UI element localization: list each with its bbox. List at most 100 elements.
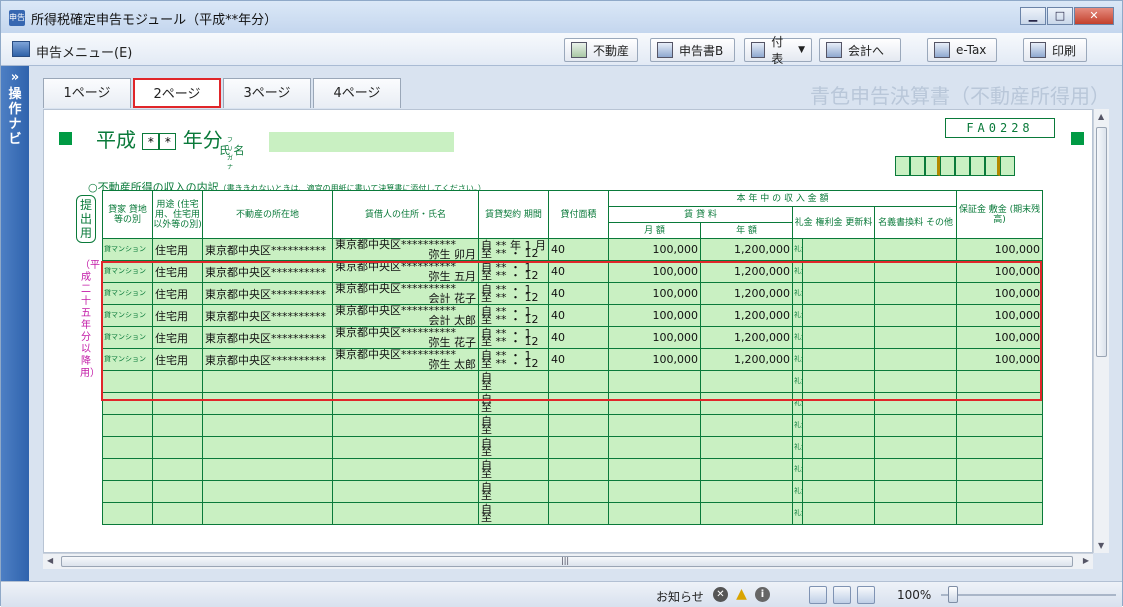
scroll-left-icon[interactable]: ◀ — [47, 556, 53, 565]
empty-cell[interactable] — [102, 436, 153, 459]
empty-cell[interactable] — [802, 414, 875, 437]
kashiya-cell[interactable]: 貸マンション — [102, 282, 153, 305]
meigi-cell[interactable] — [873, 348, 958, 371]
tenant-cell[interactable]: 東京都中央区********** 弥生 五月 — [332, 260, 479, 283]
annual-cell[interactable]: 1,200,000 — [700, 304, 793, 327]
print-button[interactable]: 印刷 — [1023, 38, 1087, 62]
yoto-cell[interactable]: 住宅用 — [152, 326, 203, 349]
shozaichi-cell[interactable]: 東京都中央区********** — [202, 304, 333, 327]
meigi-cell[interactable] — [873, 238, 958, 261]
deposit-cell[interactable]: 100,000 — [956, 282, 1044, 305]
vertical-scrollbar[interactable]: ▲ ▼ — [1093, 109, 1109, 553]
empty-cell[interactable] — [873, 414, 958, 437]
empty-cell[interactable] — [608, 480, 701, 503]
operation-navi-toggle[interactable]: » 操作ナビ — [1, 66, 29, 581]
empty-cell[interactable] — [873, 502, 958, 525]
empty-cell[interactable] — [102, 502, 153, 525]
tenant-cell[interactable]: 東京都中央区********** 会計 太郎 — [332, 304, 479, 327]
fuhyo-button[interactable]: 付表 ▼ — [744, 35, 812, 66]
empty-cell[interactable] — [956, 414, 1044, 437]
fudousan-button[interactable]: 不動産 — [564, 38, 638, 62]
monthly-cell[interactable]: 100,000 — [608, 326, 701, 349]
empty-cell[interactable] — [202, 370, 333, 393]
minimize-button[interactable]: ▁ — [1020, 7, 1046, 25]
empty-cell[interactable] — [548, 502, 609, 525]
empty-cell[interactable] — [802, 480, 875, 503]
empty-cell[interactable] — [956, 480, 1044, 503]
empty-cell[interactable] — [152, 502, 203, 525]
yoto-cell[interactable]: 住宅用 — [152, 238, 203, 261]
area-cell[interactable]: 40 — [548, 326, 609, 349]
empty-cell[interactable] — [548, 436, 609, 459]
empty-cell[interactable] — [802, 436, 875, 459]
empty-cell[interactable] — [202, 392, 333, 415]
year-digit-1[interactable]: * — [142, 133, 160, 150]
horizontal-scrollbar[interactable]: ◀ ||| ▶ — [43, 553, 1093, 569]
zoom-slider-knob[interactable] — [948, 586, 958, 603]
empty-cell[interactable] — [700, 458, 793, 481]
area-cell[interactable]: 40 — [548, 260, 609, 283]
code-cell[interactable] — [895, 156, 910, 176]
scroll-down-icon[interactable]: ▼ — [1098, 541, 1104, 550]
empty-cell[interactable] — [700, 436, 793, 459]
monthly-cell[interactable]: 100,000 — [608, 348, 701, 371]
code-cell[interactable] — [910, 156, 925, 176]
empty-cell[interactable] — [332, 414, 479, 437]
empty-cell[interactable] — [102, 392, 153, 415]
yoto-cell[interactable]: 住宅用 — [152, 348, 203, 371]
kashiya-cell[interactable]: 貸マンション — [102, 326, 153, 349]
meigi-cell[interactable] — [873, 282, 958, 305]
empty-cell[interactable] — [700, 392, 793, 415]
period-cell[interactable]: 自至 — [478, 370, 549, 393]
empty-cell[interactable] — [102, 480, 153, 503]
kashiya-cell[interactable]: 貸マンション — [102, 304, 153, 327]
kashiya-cell[interactable]: 貸マンション — [102, 260, 153, 283]
empty-cell[interactable] — [608, 370, 701, 393]
reikin-cell[interactable] — [802, 282, 875, 305]
warning-icon[interactable]: ▲ — [734, 587, 749, 602]
etax-button[interactable]: e-Tax — [927, 38, 997, 62]
annual-cell[interactable]: 1,200,000 — [700, 326, 793, 349]
empty-cell[interactable] — [873, 458, 958, 481]
kashiya-cell[interactable]: 貸マンション — [102, 238, 153, 261]
menu-shinkoku[interactable]: 申告メニュー(E) — [36, 42, 132, 61]
empty-cell[interactable] — [608, 436, 701, 459]
empty-cell[interactable] — [202, 502, 333, 525]
year-digit-2[interactable]: * — [159, 133, 177, 150]
tenant-cell[interactable]: 東京都中央区********** 弥生 花子 — [332, 326, 479, 349]
period-cell[interactable]: 自 ** ・ 1至 ** ・ 12 — [478, 282, 549, 305]
empty-cell[interactable] — [608, 458, 701, 481]
empty-cell[interactable] — [102, 414, 153, 437]
monthly-cell[interactable]: 100,000 — [608, 282, 701, 305]
tenant-cell[interactable]: 東京都中央区********** 弥生 卯月 — [332, 238, 479, 261]
name-field[interactable] — [269, 132, 454, 152]
empty-cell[interactable] — [152, 436, 203, 459]
view-mode-2-button[interactable] — [833, 586, 851, 604]
shozaichi-cell[interactable]: 東京都中央区********** — [202, 238, 333, 261]
deposit-cell[interactable]: 100,000 — [956, 238, 1044, 261]
code-cell[interactable] — [955, 156, 970, 176]
period-cell[interactable]: 自 ** ・ 1至 ** ・ 12 — [478, 348, 549, 371]
empty-cell[interactable] — [956, 370, 1044, 393]
empty-cell[interactable] — [873, 436, 958, 459]
empty-cell[interactable] — [700, 414, 793, 437]
annual-cell[interactable]: 1,200,000 — [700, 282, 793, 305]
period-cell[interactable]: 自至 — [478, 392, 549, 415]
kaikei-button[interactable]: 会計へ — [819, 38, 901, 62]
empty-cell[interactable] — [548, 458, 609, 481]
empty-cell[interactable] — [956, 392, 1044, 415]
empty-cell[interactable] — [202, 458, 333, 481]
meigi-cell[interactable] — [873, 304, 958, 327]
empty-cell[interactable] — [152, 414, 203, 437]
period-cell[interactable]: 自至 — [478, 502, 549, 525]
empty-cell[interactable] — [700, 502, 793, 525]
area-cell[interactable]: 40 — [548, 348, 609, 371]
empty-cell[interactable] — [152, 480, 203, 503]
empty-cell[interactable] — [802, 458, 875, 481]
empty-cell[interactable] — [548, 414, 609, 437]
reikin-cell[interactable] — [802, 260, 875, 283]
empty-cell[interactable] — [700, 370, 793, 393]
yoto-cell[interactable]: 住宅用 — [152, 304, 203, 327]
tab-page-1[interactable]: 1ページ — [43, 78, 131, 108]
empty-cell[interactable] — [956, 458, 1044, 481]
